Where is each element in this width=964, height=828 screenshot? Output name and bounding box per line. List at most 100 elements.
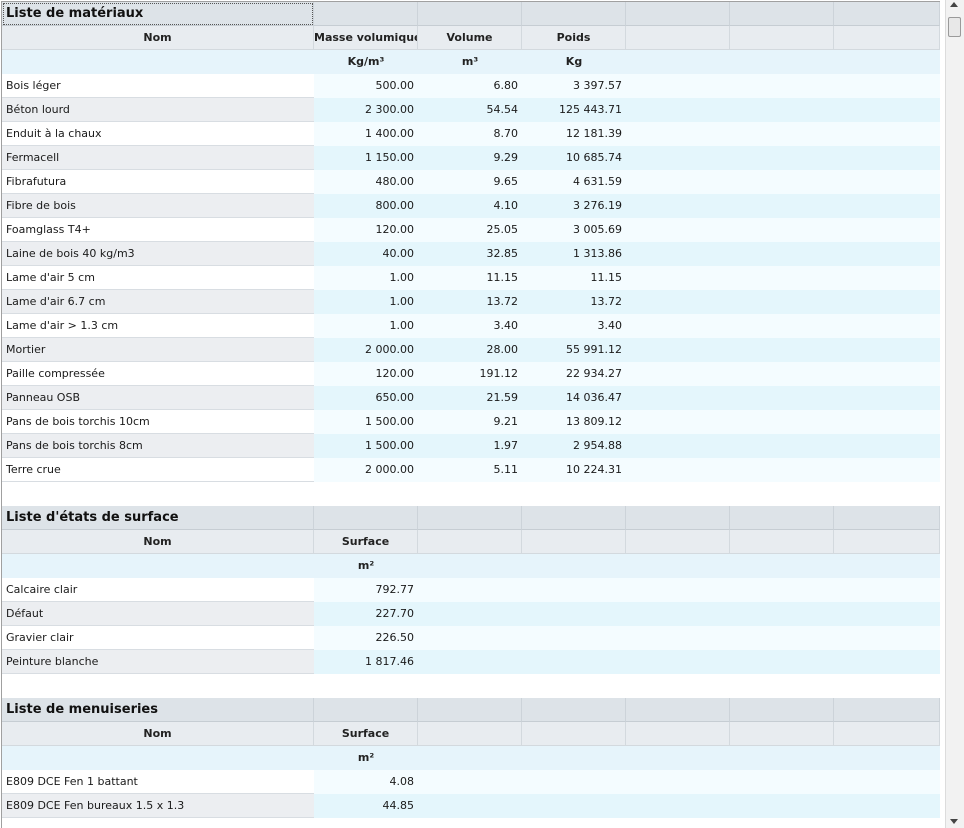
title-filler-cell <box>418 2 522 26</box>
unit-cell: Kg/m³ <box>314 50 418 74</box>
row-value-cell: 44.85 <box>314 794 418 818</box>
scroll-up-arrow-icon[interactable] <box>950 2 958 7</box>
column-header-filler <box>418 722 522 746</box>
table-row[interactable]: E809 DCE Fen 1 battant 4.08 <box>2 770 940 794</box>
row-empty-cell <box>418 578 522 602</box>
table-row[interactable]: Lame d'air 6.7 cm 1.00 13.72 13.72 <box>2 290 940 314</box>
row-empty-cell <box>626 434 730 458</box>
column-header[interactable]: Nom <box>2 530 314 554</box>
row-value-cell: 4 631.59 <box>522 170 626 194</box>
row-empty-cell <box>418 602 522 626</box>
row-empty-cell <box>834 626 940 650</box>
row-empty-cell <box>626 194 730 218</box>
row-name-cell: Mortier <box>2 338 314 362</box>
row-value-cell: 11.15 <box>418 266 522 290</box>
title-filler-cell <box>834 506 940 530</box>
column-header[interactable]: Surface <box>314 530 418 554</box>
row-name-cell: Fermacell <box>2 146 314 170</box>
unit-filler <box>418 554 522 578</box>
row-value-cell: 1.00 <box>314 266 418 290</box>
row-empty-cell <box>626 74 730 98</box>
row-empty-cell <box>730 770 834 794</box>
row-value-cell: 3 397.57 <box>522 74 626 98</box>
table-row[interactable]: Pans de bois torchis 8cm 1 500.00 1.97 2 95… <box>2 434 940 458</box>
column-header-row: Nom Surface <box>2 722 940 746</box>
table-row[interactable]: Laine de bois 40 kg/m3 40.00 32.85 1 313.86 <box>2 242 940 266</box>
row-name-cell: Fibrafutura <box>2 170 314 194</box>
table-row[interactable]: Pans de bois torchis 10cm 1 500.00 9.21 13 … <box>2 410 940 434</box>
row-name-cell: Laine de bois 40 kg/m3 <box>2 242 314 266</box>
table-row[interactable]: Fibre de bois 800.00 4.10 3 276.19 <box>2 194 940 218</box>
row-empty-cell <box>730 794 834 818</box>
column-header-filler <box>834 530 940 554</box>
section-title[interactable]: Liste de matériaux <box>2 2 314 26</box>
column-header-filler <box>626 530 730 554</box>
table-row[interactable]: Calcaire clair 792.77 <box>2 578 940 602</box>
column-header[interactable]: Volume <box>418 26 522 50</box>
scroll-thumb[interactable] <box>948 17 961 37</box>
row-empty-cell <box>626 266 730 290</box>
row-empty-cell <box>730 290 834 314</box>
table-row[interactable]: Peinture blanche 1 817.46 <box>2 650 940 674</box>
table-row[interactable]: Lame d'air > 1.3 cm 1.00 3.40 3.40 <box>2 314 940 338</box>
row-name-cell: Lame d'air 5 cm <box>2 266 314 290</box>
row-name-cell: Pans de bois torchis 10cm <box>2 410 314 434</box>
row-value-cell: 21.59 <box>418 386 522 410</box>
scroll-down-arrow-icon[interactable] <box>950 819 958 824</box>
column-header-filler <box>730 722 834 746</box>
row-empty-cell <box>834 458 940 482</box>
row-value-cell: 480.00 <box>314 170 418 194</box>
row-empty-cell <box>834 338 940 362</box>
vertical-scrollbar[interactable] <box>945 0 964 828</box>
table-row[interactable]: Fibrafutura 480.00 9.65 4 631.59 <box>2 170 940 194</box>
column-header[interactable]: Nom <box>2 26 314 50</box>
column-header[interactable]: Poids <box>522 26 626 50</box>
title-filler-cell <box>626 506 730 530</box>
row-empty-cell <box>522 578 626 602</box>
report-viewport: Liste de matériaux Nom Masse volumique Volu… <box>1 1 940 828</box>
unit-cell <box>2 746 314 770</box>
row-empty-cell <box>626 146 730 170</box>
table-row[interactable]: Bois léger 500.00 6.80 3 397.57 <box>2 74 940 98</box>
row-empty-cell <box>626 386 730 410</box>
row-name-cell: Lame d'air 6.7 cm <box>2 290 314 314</box>
row-empty-cell <box>834 170 940 194</box>
table-row[interactable]: Enduit à la chaux 1 400.00 8.70 12 181.39 <box>2 122 940 146</box>
row-empty-cell <box>834 434 940 458</box>
column-header[interactable]: Surface <box>314 722 418 746</box>
row-value-cell: 5.11 <box>418 458 522 482</box>
table-row[interactable]: Béton lourd 2 300.00 54.54 125 443.71 <box>2 98 940 122</box>
table-row[interactable]: Gravier clair 226.50 <box>2 626 940 650</box>
row-value-cell: 2 000.00 <box>314 458 418 482</box>
row-empty-cell <box>626 242 730 266</box>
unit-row: m² <box>2 746 940 770</box>
title-filler-cell <box>730 2 834 26</box>
row-empty-cell <box>626 218 730 242</box>
column-header[interactable]: Masse volumique <box>314 26 418 50</box>
table-row[interactable]: Paille compressée 120.00 191.12 22 934.27 <box>2 362 940 386</box>
section-title[interactable]: Liste de menuiseries <box>2 698 314 722</box>
table-row[interactable]: Terre crue 2 000.00 5.11 10 224.31 <box>2 458 940 482</box>
table-row[interactable]: Panneau OSB 650.00 21.59 14 036.47 <box>2 386 940 410</box>
table-row[interactable]: Lame d'air 5 cm 1.00 11.15 11.15 <box>2 266 940 290</box>
row-empty-cell <box>730 170 834 194</box>
row-value-cell: 2 954.88 <box>522 434 626 458</box>
row-value-cell: 9.29 <box>418 146 522 170</box>
row-empty-cell <box>834 290 940 314</box>
table-row[interactable]: Mortier 2 000.00 28.00 55 991.12 <box>2 338 940 362</box>
row-value-cell: 10 224.31 <box>522 458 626 482</box>
section-title[interactable]: Liste d'états de surface <box>2 506 314 530</box>
table-row[interactable]: Défaut 227.70 <box>2 602 940 626</box>
table-row[interactable]: Fermacell 1 150.00 9.29 10 685.74 <box>2 146 940 170</box>
row-empty-cell <box>834 602 940 626</box>
table-row[interactable]: E809 DCE Fen bureaux 1.5 x 1.3 44.85 <box>2 794 940 818</box>
row-empty-cell <box>834 770 940 794</box>
column-header-filler <box>730 530 834 554</box>
row-empty-cell <box>730 266 834 290</box>
section-spacer <box>2 482 940 506</box>
row-empty-cell <box>730 602 834 626</box>
title-filler-cell <box>626 2 730 26</box>
table-row[interactable]: Foamglass T4+ 120.00 25.05 3 005.69 <box>2 218 940 242</box>
row-empty-cell <box>730 578 834 602</box>
column-header[interactable]: Nom <box>2 722 314 746</box>
